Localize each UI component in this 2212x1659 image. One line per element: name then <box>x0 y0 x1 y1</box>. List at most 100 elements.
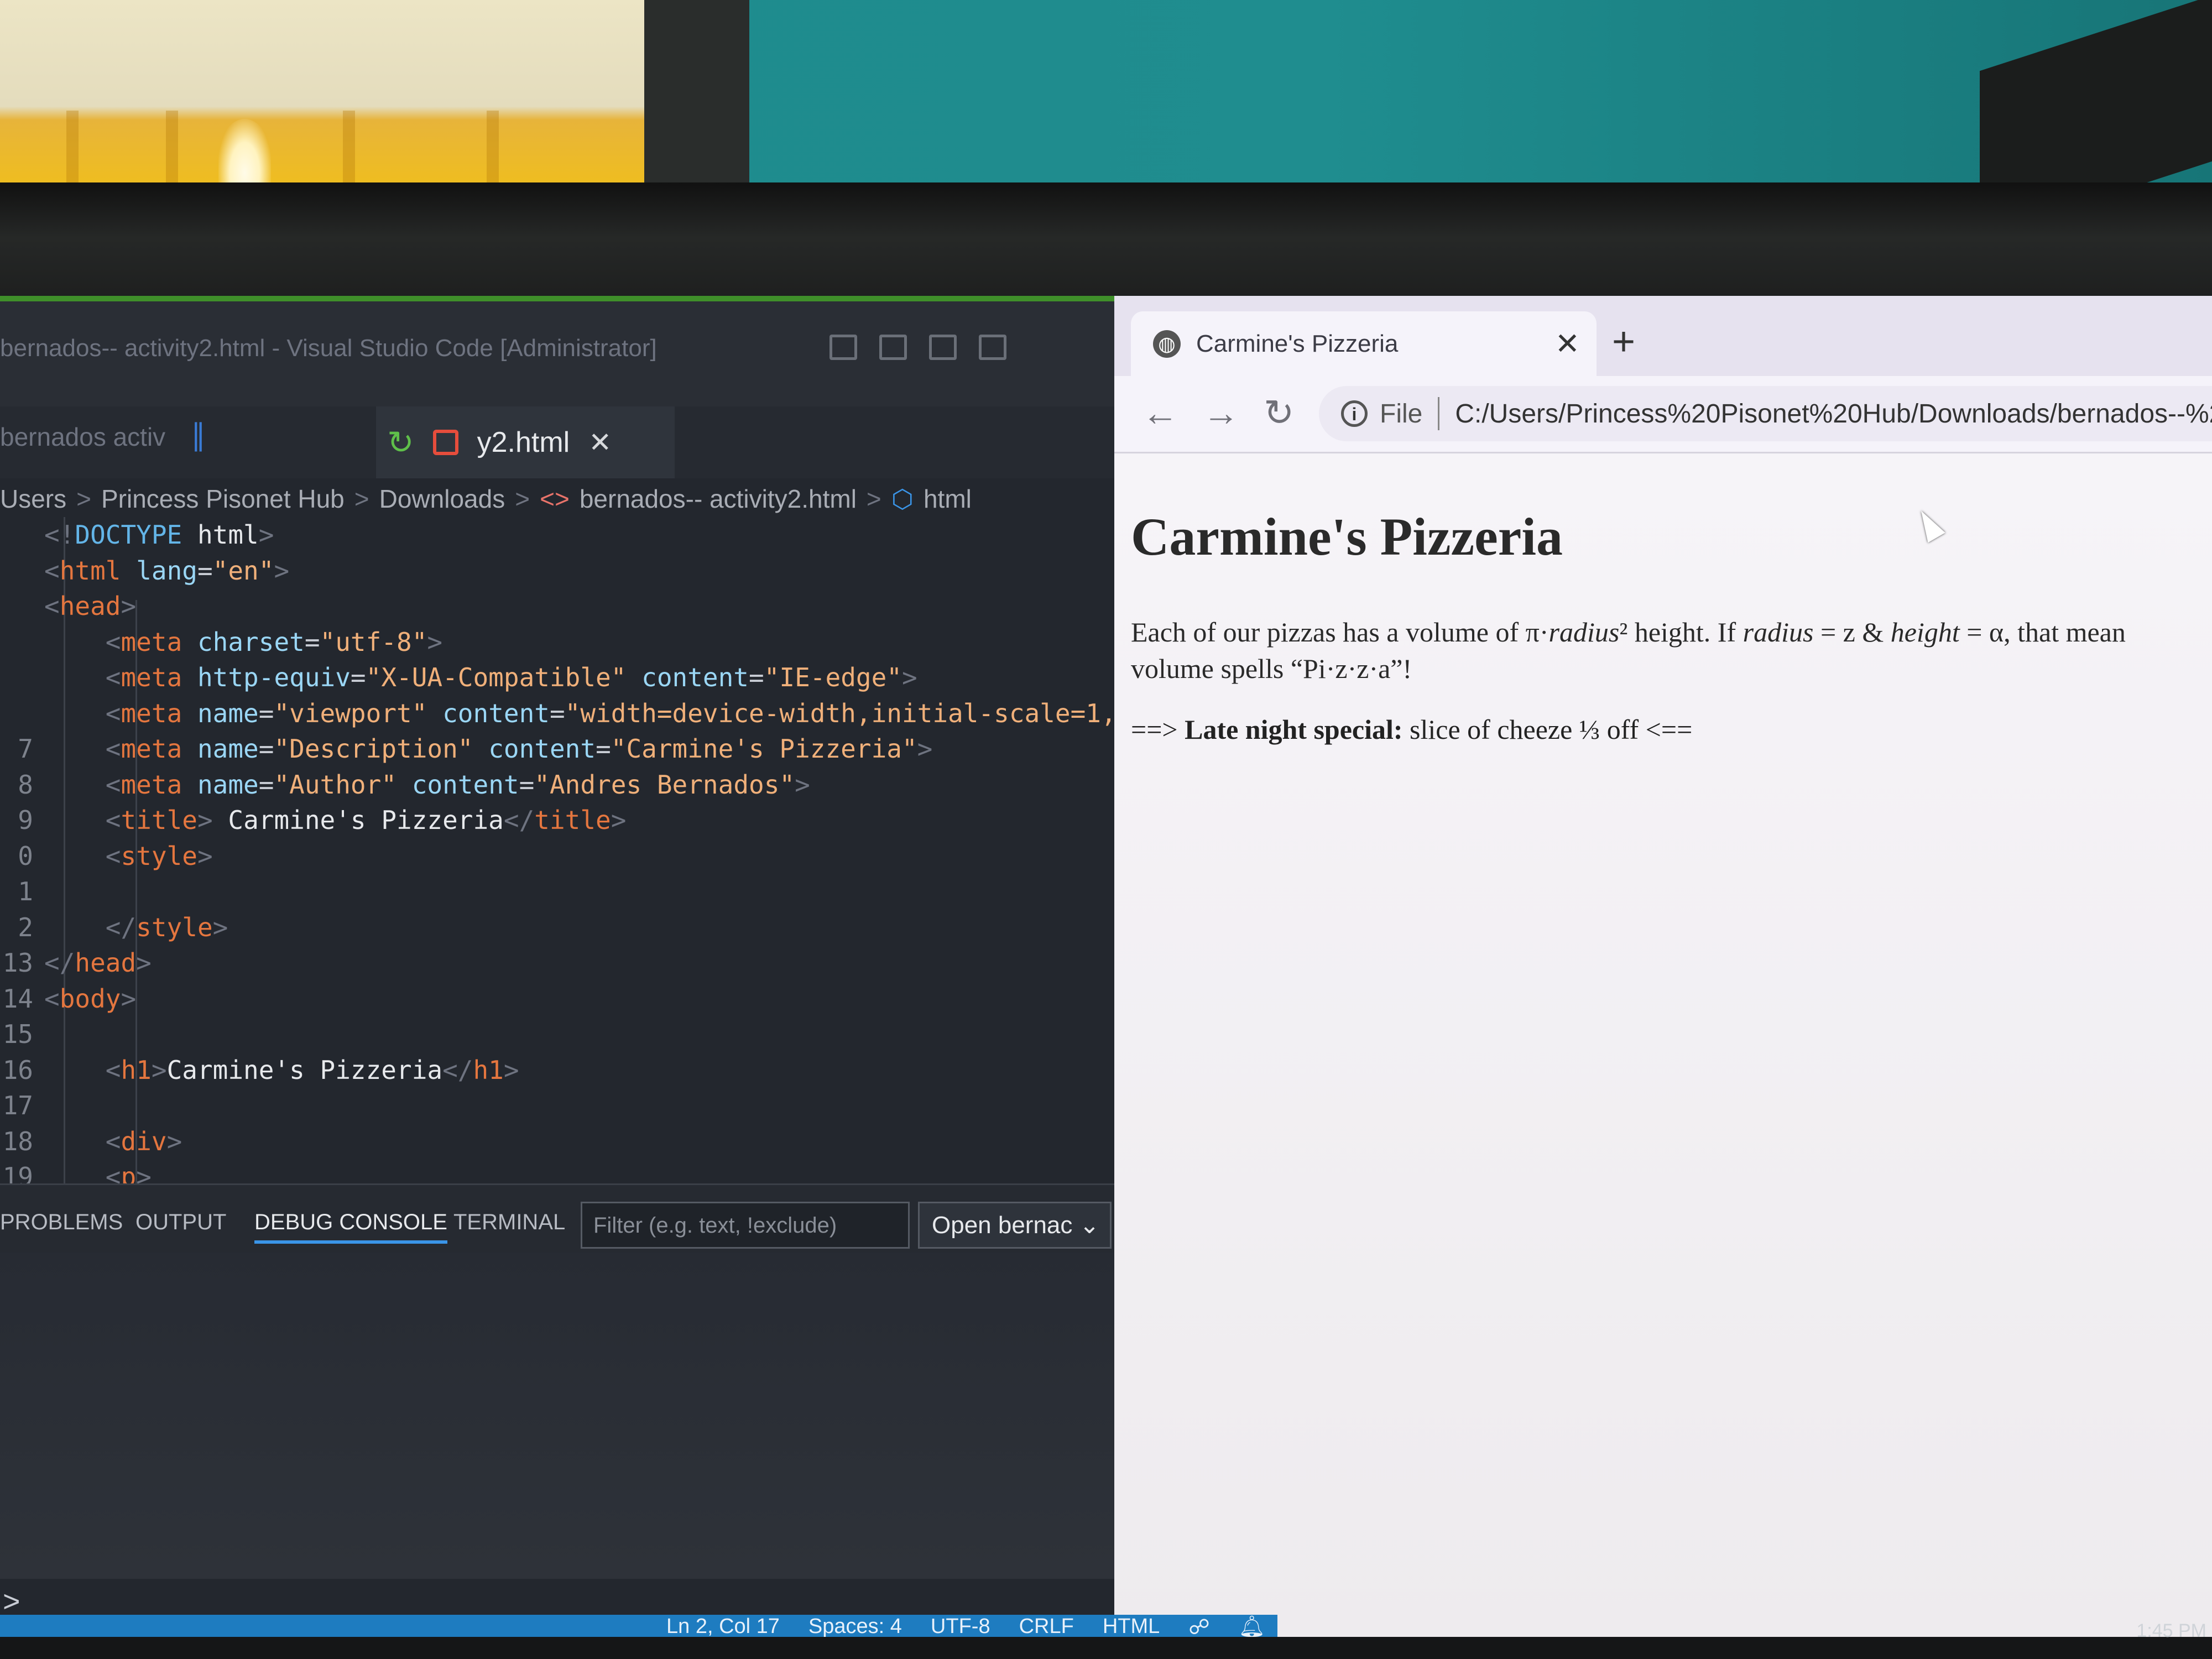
code-text: <body> <box>44 983 137 1014</box>
code-line[interactable]: <meta charset="utf-8"> <box>0 624 1117 660</box>
stop-icon[interactable] <box>432 430 458 455</box>
back-icon[interactable]: ← <box>1142 392 1178 434</box>
browser-tabstrip: ◍ Carmine's Pizzeria ✕ + <box>1114 296 2212 376</box>
layout-controls <box>830 335 1006 360</box>
background-curtain <box>0 0 653 194</box>
close-icon[interactable]: ✕ <box>1555 326 1580 361</box>
code-line[interactable]: <!DOCTYPE html> <box>0 517 1117 553</box>
html-file-icon: <> <box>540 484 570 513</box>
line-number: 15 <box>2 1019 33 1049</box>
tab-active[interactable]: ↻ y2.html ✕ <box>376 406 675 478</box>
line-number: 8 <box>18 769 33 800</box>
tab-filename: y2.html <box>477 426 570 458</box>
code-editor[interactable]: <!DOCTYPE html> <html lang="en"> <head> <m… <box>0 517 1162 1230</box>
toggle-panel-icon[interactable] <box>879 335 907 360</box>
window-title: bernados-- activity2.html - Visual Studi… <box>0 335 657 362</box>
address-scheme: File <box>1380 399 1423 429</box>
breadcrumb-item[interactable]: Princess Pisonet Hub <box>101 484 345 514</box>
restart-icon[interactable]: ↻ <box>387 424 414 461</box>
address-bar[interactable]: i File C:/Users/Princess%20Pisonet%20Hub… <box>1319 386 2212 441</box>
vscode-titlebar: bernados-- activity2.html - Visual Studi… <box>0 296 1117 406</box>
code-text: <html lang="en"> <box>44 555 290 586</box>
debug-console-output <box>0 1253 1117 1579</box>
line-number: 16 <box>2 1055 33 1085</box>
code-line[interactable]: <html lang="en"> <box>0 553 1117 589</box>
code-text: <!DOCTYPE html> <box>44 520 274 550</box>
new-tab-icon[interactable]: + <box>1612 319 1635 364</box>
editor-tabbar: bernados activ ∥ ↻ y2.html ✕ <box>0 406 1117 478</box>
code-line[interactable]: 18 <div> <box>0 1124 1117 1160</box>
status-eol[interactable]: CRLF <box>1019 1615 1074 1640</box>
code-line[interactable]: 15 <box>0 1016 1117 1052</box>
breadcrumb-item[interactable]: html <box>924 484 972 514</box>
tab-debug-console[interactable]: DEBUG CONSOLE <box>254 1210 447 1244</box>
close-tab-icon[interactable]: ✕ <box>588 426 612 458</box>
code-text: <div> <box>105 1126 182 1156</box>
breadcrumb-item[interactable]: Downloads <box>379 484 505 514</box>
code-line[interactable]: <head> <box>0 588 1117 624</box>
console-prompt[interactable]: > <box>3 1584 20 1619</box>
late-night-special: ==> Late night special: slice of cheeze … <box>1131 714 1693 745</box>
code-text: <head> <box>44 591 137 621</box>
feedback-icon[interactable]: ☍ <box>1188 1615 1209 1640</box>
code-line[interactable]: 1 <box>0 874 1117 910</box>
pause-icon[interactable]: ∥ <box>191 418 206 452</box>
code-text: <meta http-equiv="X-UA-Compatible" conte… <box>105 662 917 692</box>
breadcrumb-item[interactable]: bernados-- activity2.html <box>580 484 857 514</box>
status-cursor-position[interactable]: Ln 2, Col 17 <box>666 1615 780 1640</box>
code-text: <meta name="Description" content="Carmin… <box>105 734 933 764</box>
code-line[interactable]: 16 <h1>Carmine's Pizzeria</h1> <box>0 1052 1117 1088</box>
toggle-sidebar-icon[interactable] <box>830 335 857 360</box>
mouse-cursor-icon <box>1912 505 1945 543</box>
breadcrumb-item[interactable]: Users <box>0 484 66 514</box>
background-post <box>644 0 749 199</box>
info-icon[interactable]: i <box>1341 400 1368 427</box>
reload-icon[interactable]: ↻ <box>1264 392 1294 434</box>
breadcrumb: Users > Princess Pisonet Hub > Downloads > … <box>0 484 972 514</box>
tab-terminal[interactable]: TERMINAL <box>453 1210 565 1235</box>
browser-tab[interactable]: ◍ Carmine's Pizzeria ✕ <box>1131 311 1597 376</box>
panel-tabbar: PROBLEMS OUTPUT DEBUG CONSOLE TERMINAL F… <box>0 1183 1117 1253</box>
line-number: 13 <box>2 948 33 978</box>
status-indentation[interactable]: Spaces: 4 <box>808 1615 902 1640</box>
tab-output[interactable]: OUTPUT <box>135 1210 226 1235</box>
line-number: 2 <box>18 912 33 942</box>
code-line[interactable]: 2 </style> <box>0 910 1117 946</box>
code-text: <style> <box>105 841 213 871</box>
code-line[interactable]: <meta name="viewport" content="width=dev… <box>0 696 1162 732</box>
page-content: Carmine's Pizzeria Each of our pizzas ha… <box>1114 453 2212 1640</box>
line-number: 18 <box>2 1126 33 1156</box>
code-line[interactable]: 0 <style> <box>0 838 1117 874</box>
vscode-window: bernados-- activity2.html - Visual Studi… <box>0 296 1162 1640</box>
code-line[interactable]: 13 </head> <box>0 945 1117 981</box>
tab-problems[interactable]: PROBLEMS <box>0 1210 123 1235</box>
browser-window: ◍ Carmine's Pizzeria ✕ + ← → ↻ i File C:… <box>1114 296 2212 1640</box>
browser-tab-title: Carmine's Pizzeria <box>1196 330 1399 357</box>
globe-icon: ◍ <box>1153 330 1181 358</box>
line-number: 17 <box>2 1091 33 1120</box>
code-text: <meta name="Author" content="Andres Bern… <box>105 769 810 800</box>
filter-input[interactable]: Filter (e.g. text, !exclude) <box>581 1202 910 1249</box>
line-number: 0 <box>18 841 33 871</box>
open-dropdown[interactable]: Open bernac ⌄ <box>918 1202 1112 1249</box>
code-line[interactable]: 8 <meta name="Author" content="Andres Be… <box>0 767 1117 803</box>
code-text: <h1>Carmine's Pizzeria</h1> <box>105 1055 519 1085</box>
page-paragraph: Each of our pizzas has a volume of π·rad… <box>1131 617 2126 684</box>
code-line[interactable]: 9 <title> Carmine's Pizzeria</title> <box>0 802 1117 838</box>
code-line[interactable]: 7 <meta name="Description" content="Carm… <box>0 731 1117 767</box>
line-number: 9 <box>18 805 33 835</box>
code-line[interactable]: 17 <box>0 1088 1117 1124</box>
forward-icon[interactable]: → <box>1203 392 1239 434</box>
code-line[interactable]: <meta http-equiv="X-UA-Compatible" conte… <box>0 660 1117 696</box>
monitor-bezel-bottom <box>0 1637 2212 1659</box>
code-text: </style> <box>105 912 228 942</box>
toggle-secondary-sidebar-icon[interactable] <box>929 335 957 360</box>
tab-previous[interactable]: bernados activ <box>0 422 165 452</box>
code-text: <meta charset="utf-8"> <box>105 627 443 657</box>
status-encoding[interactable]: UTF-8 <box>931 1615 990 1640</box>
customize-layout-icon[interactable] <box>979 335 1006 360</box>
bell-icon[interactable]: 🔔︎ <box>1239 1615 1265 1640</box>
code-text: <meta name="viewport" content="width=dev… <box>105 698 1162 728</box>
status-language[interactable]: HTML <box>1103 1615 1160 1640</box>
code-line[interactable]: 14 <body> <box>0 981 1117 1017</box>
